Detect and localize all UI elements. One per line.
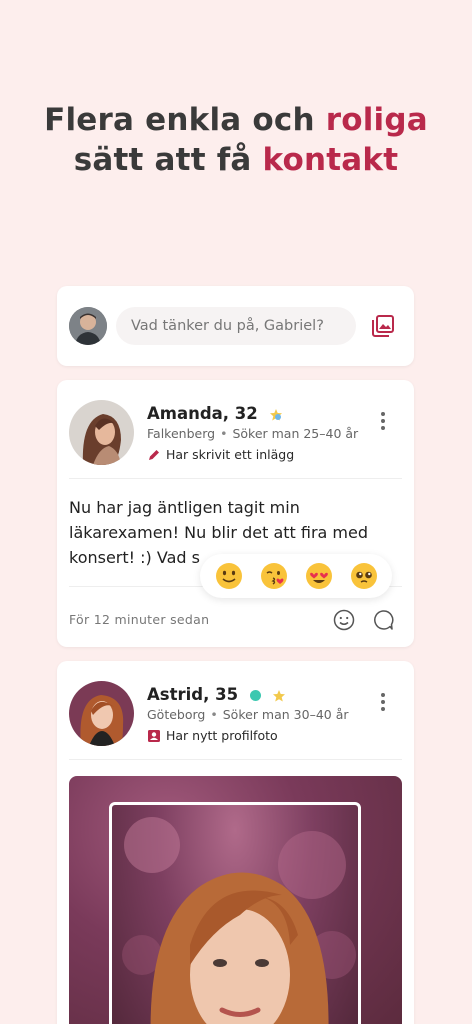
smiley-reaction-icon[interactable] (333, 609, 355, 631)
status-input[interactable]: Vad tänker du på, Gabriel? (116, 307, 356, 345)
activity-label: Har nytt profilfoto (147, 728, 278, 743)
divider (69, 478, 402, 479)
verified-star-icon (269, 408, 282, 420)
profile-photo-frame (109, 802, 361, 1024)
poster-name[interactable]: Amanda, 32 (147, 404, 283, 423)
pencil-icon (149, 449, 159, 460)
avatar[interactable] (69, 307, 107, 345)
avatar[interactable] (69, 400, 134, 465)
pleading-face-icon[interactable] (350, 562, 378, 590)
kissing-face-icon[interactable] (260, 562, 288, 590)
image-gallery-icon[interactable] (371, 314, 395, 338)
online-status-indicator (249, 690, 261, 701)
comment-icon[interactable] (372, 609, 394, 631)
poster-name[interactable]: Astrid, 35 (147, 685, 286, 704)
reaction-picker (200, 554, 392, 598)
profile-photo-icon (148, 729, 160, 742)
post-timestamp: För 12 minuter sedan (69, 612, 210, 627)
heart-eyes-face-icon[interactable] (305, 562, 333, 590)
activity-label: Har skrivit ett inlägg (147, 447, 294, 462)
poster-meta: Göteborg • Söker man 30–40 år (147, 707, 349, 722)
headline-line1: Flera enkla och roliga (44, 102, 428, 138)
post-card: Astrid, 35 Göteborg • Söker man 30–40 år H… (57, 661, 414, 1024)
avatar[interactable] (69, 681, 134, 746)
smiling-face-icon[interactable] (215, 562, 243, 590)
post-composer: Vad tänker du på, Gabriel? (57, 286, 414, 366)
more-options-icon[interactable] (380, 412, 386, 432)
profile-photo[interactable] (69, 776, 402, 1024)
poster-meta: Falkenberg • Söker man 25–40 år (147, 426, 359, 441)
more-options-icon[interactable] (380, 693, 386, 713)
headline: Flera enkla och roliga sätt att få konta… (0, 100, 472, 180)
headline-line2: sätt att få kontakt (73, 142, 399, 178)
divider (69, 759, 402, 760)
star-icon (272, 689, 285, 701)
post-card: Amanda, 32 Falkenberg • Söker man 25–40 år… (57, 380, 414, 647)
